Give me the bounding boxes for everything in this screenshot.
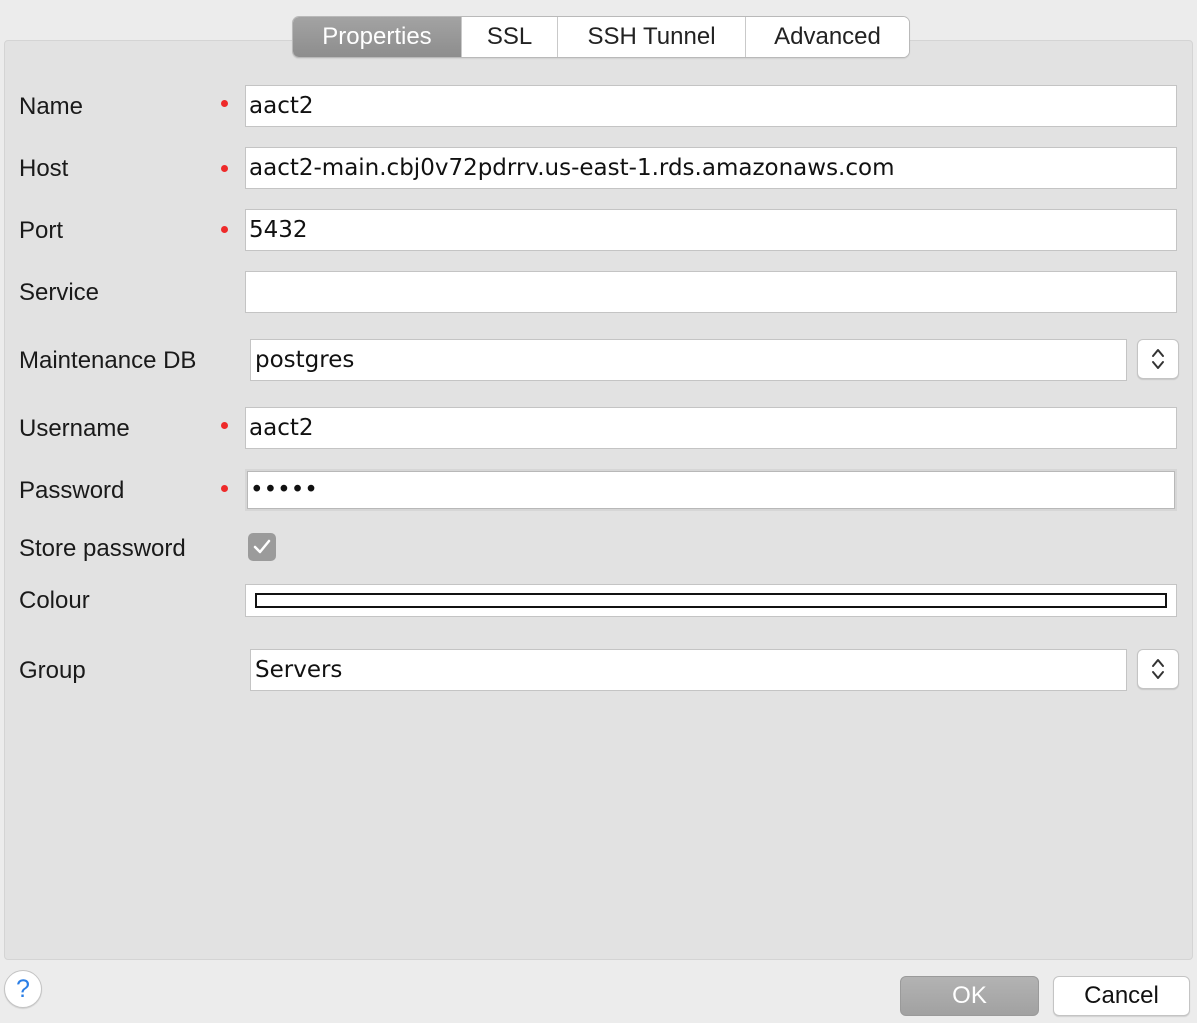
username-required-marker — [221, 422, 228, 429]
group-select[interactable]: Servers — [250, 649, 1127, 691]
question-mark-icon: ? — [16, 975, 30, 1003]
maintenance-db-select[interactable]: postgres — [250, 339, 1127, 381]
store-password-label: Store password — [19, 535, 186, 562]
host-input[interactable]: aact2-main.cbj0v72pdrrv.us-east-1.rds.am… — [245, 147, 1177, 189]
service-label: Service — [19, 279, 100, 306]
password-required-marker — [221, 485, 228, 492]
name-required-marker — [221, 100, 228, 107]
ok-button[interactable]: OK — [900, 976, 1039, 1016]
group-stepper[interactable] — [1137, 649, 1179, 689]
service-input[interactable] — [245, 271, 1177, 313]
host-label: Host — [19, 155, 69, 182]
tab-properties[interactable]: Properties — [293, 17, 462, 57]
maintenance-db-label: Maintenance DB — [19, 347, 197, 374]
maintenance-db-stepper[interactable] — [1137, 339, 1179, 379]
tab-ssl[interactable]: SSL — [462, 17, 558, 57]
colour-picker[interactable] — [245, 584, 1177, 617]
tab-ssh-tunnel[interactable]: SSH Tunnel — [558, 17, 746, 57]
checkmark-icon — [253, 539, 271, 554]
server-dialog: Properties SSL SSH Tunnel Advanced Name … — [0, 0, 1197, 1023]
name-input[interactable]: aact2 — [245, 85, 1177, 127]
username-input[interactable]: aact2 — [245, 407, 1177, 449]
host-required-marker — [221, 165, 228, 172]
name-label: Name — [19, 93, 84, 120]
cancel-button[interactable]: Cancel — [1053, 976, 1190, 1016]
help-button[interactable]: ? — [4, 970, 42, 1008]
password-label: Password — [19, 477, 125, 504]
chevron-up-down-icon — [1152, 659, 1164, 679]
store-password-checkbox[interactable] — [248, 533, 276, 561]
port-input[interactable]: 5432 — [245, 209, 1177, 251]
password-input[interactable]: ••••• — [245, 469, 1177, 511]
group-label: Group — [19, 657, 86, 684]
tab-advanced[interactable]: Advanced — [746, 17, 909, 57]
colour-swatch — [255, 593, 1167, 608]
colour-label: Colour — [19, 587, 90, 614]
chevron-up-down-icon — [1152, 349, 1164, 369]
username-label: Username — [19, 415, 130, 442]
tab-bar: Properties SSL SSH Tunnel Advanced — [292, 16, 910, 58]
port-label: Port — [19, 217, 64, 244]
port-required-marker — [221, 226, 228, 233]
